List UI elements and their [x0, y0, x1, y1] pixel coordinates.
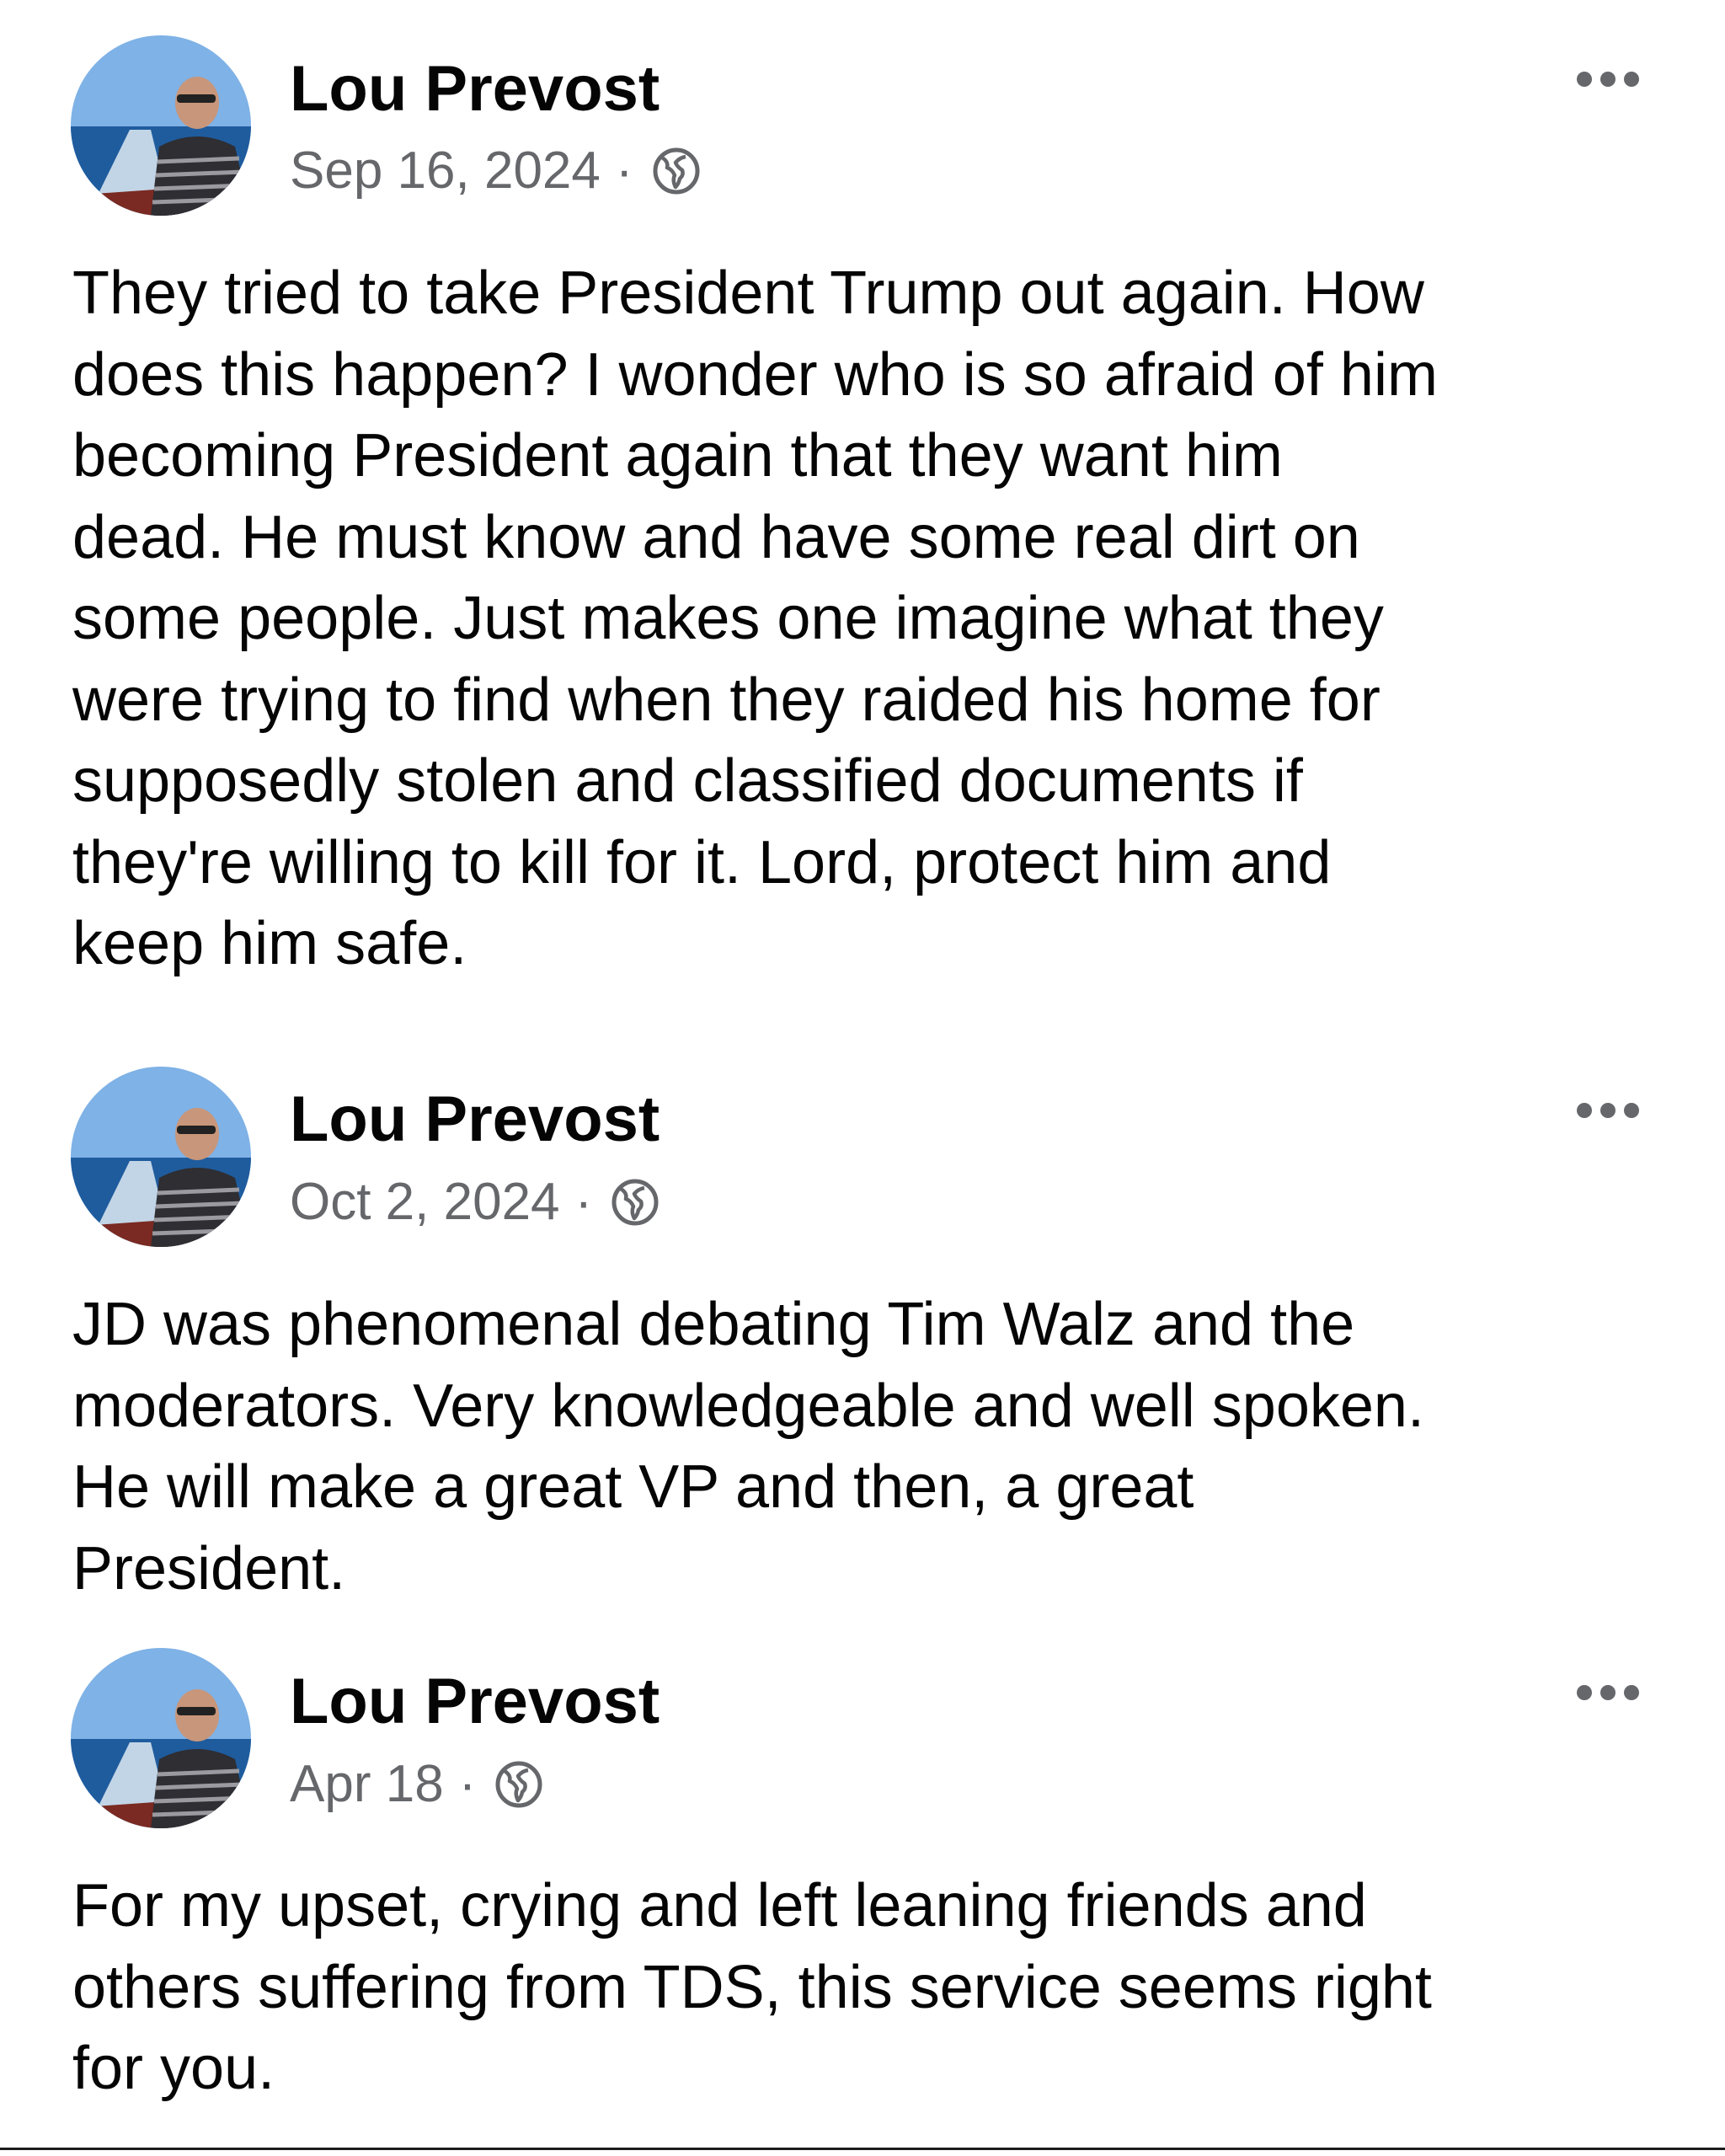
avatar-photo: [71, 1067, 251, 1247]
more-dot: [1600, 1103, 1616, 1118]
author-name[interactable]: Lou Prevost: [290, 1088, 660, 1152]
post-text: For my upset, crying and left leaning fr…: [72, 1872, 1432, 2102]
globe-icon: [611, 1179, 659, 1226]
avatar-photo: [71, 35, 251, 216]
globe-icon: [495, 1761, 542, 1808]
post-text: JD was phenomenal debating Tim Walz and …: [72, 1291, 1424, 1602]
post-meta: Sep 16, 2024 ·: [290, 145, 701, 197]
meta-separator: ·: [574, 1173, 593, 1231]
avatar-photo: [71, 1648, 251, 1828]
globe-icon: [653, 147, 700, 195]
more-options-icon[interactable]: [1577, 72, 1639, 87]
more-dot: [1577, 72, 1592, 87]
post-meta: Apr 18 ·: [290, 1758, 543, 1811]
meta-separator: ·: [615, 142, 633, 200]
more-dot: [1600, 72, 1616, 87]
more-dot: [1624, 1103, 1639, 1118]
meta-separator: ·: [458, 1755, 477, 1813]
author-avatar[interactable]: [71, 1648, 251, 1828]
more-dot: [1577, 1103, 1592, 1118]
more-dot: [1600, 1685, 1616, 1700]
more-dot: [1624, 1685, 1639, 1700]
more-options-icon[interactable]: [1577, 1685, 1639, 1700]
author-avatar[interactable]: [71, 35, 251, 216]
post-date[interactable]: Sep 16, 2024: [290, 145, 601, 197]
author-name[interactable]: Lou Prevost: [290, 1670, 660, 1734]
author-name[interactable]: Lou Prevost: [290, 57, 660, 121]
author-avatar[interactable]: [71, 1067, 251, 1247]
post-date[interactable]: Apr 18: [290, 1758, 444, 1811]
post-meta: Oct 2, 2024 ·: [290, 1176, 660, 1228]
post-text: They tried to take President Trump out a…: [72, 259, 1438, 977]
more-dot: [1624, 72, 1639, 87]
bottom-divider: [0, 2148, 1725, 2150]
more-options-icon[interactable]: [1577, 1103, 1639, 1118]
more-dot: [1577, 1685, 1592, 1700]
post-date[interactable]: Oct 2, 2024: [290, 1176, 560, 1228]
